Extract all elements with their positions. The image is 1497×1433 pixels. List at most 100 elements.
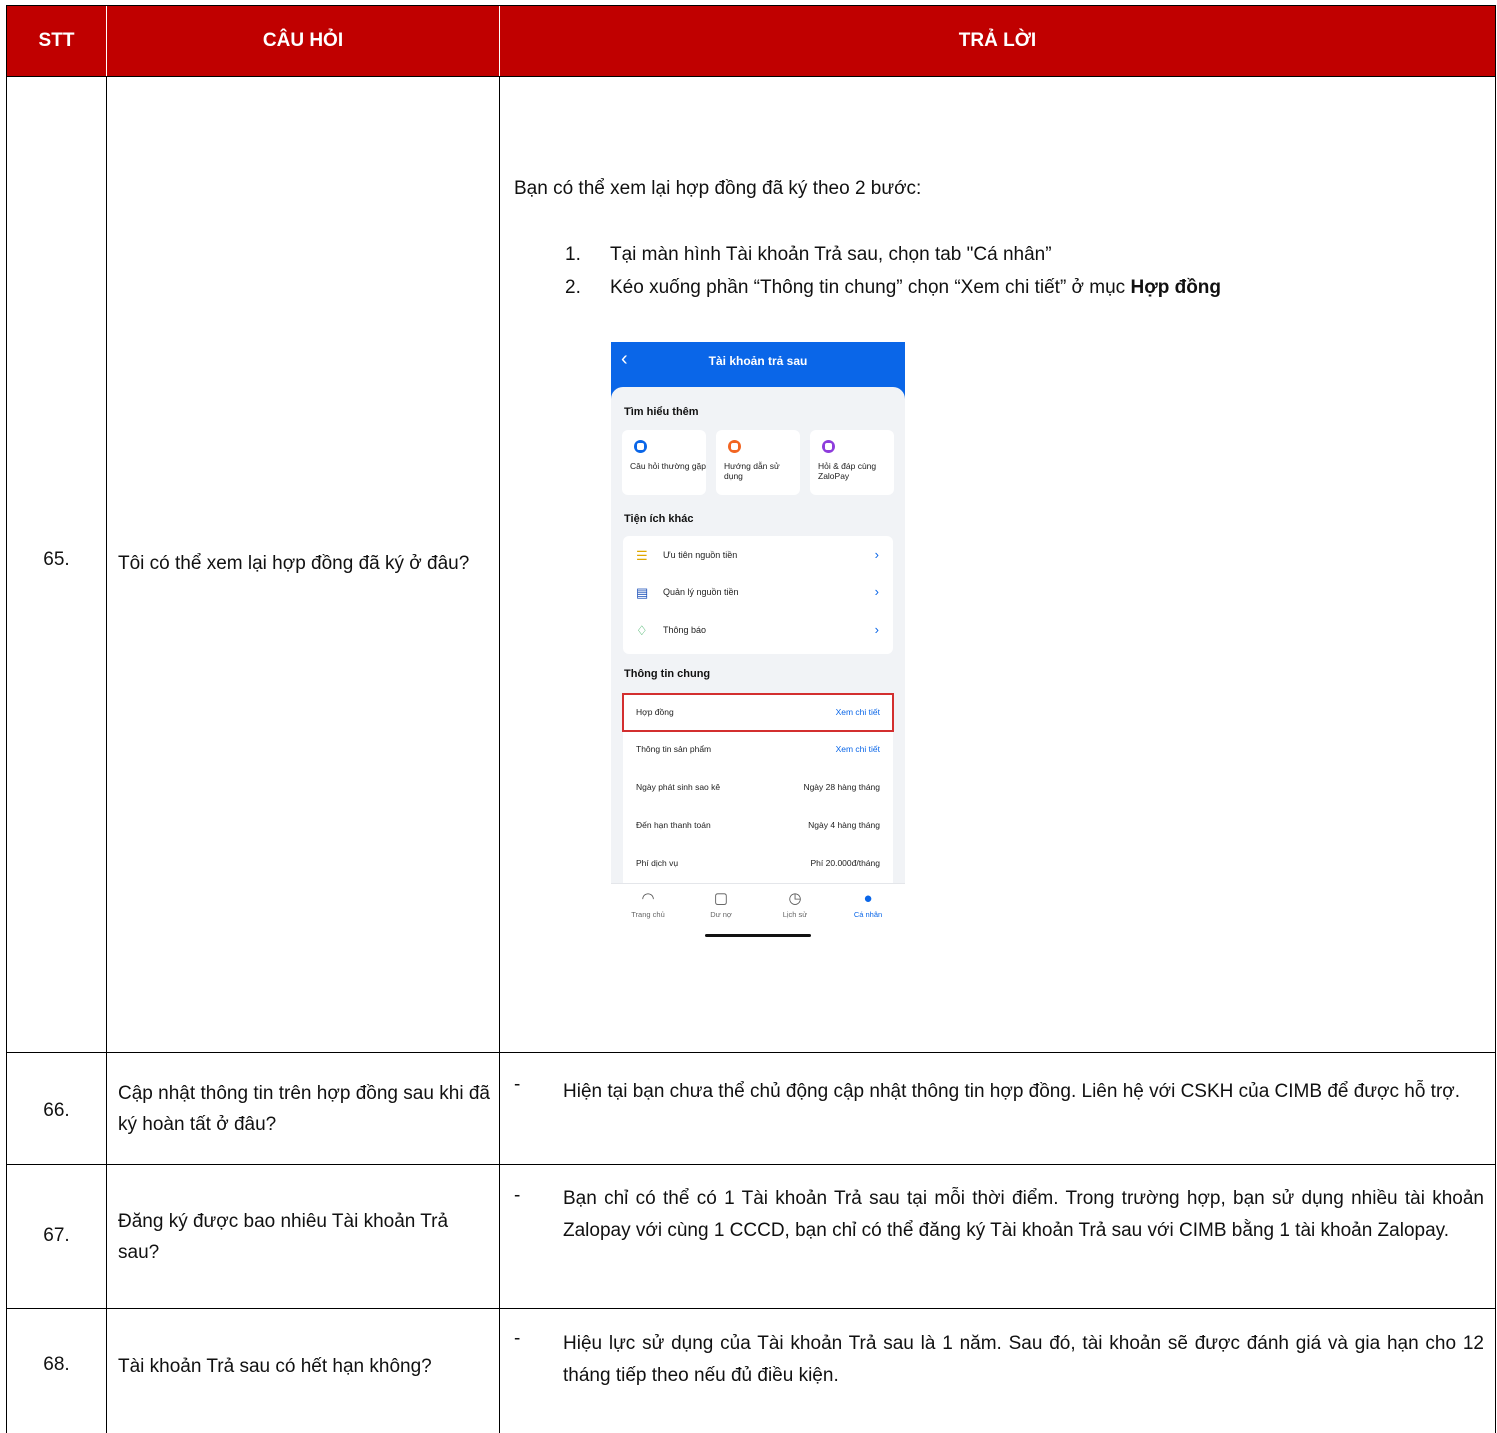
home-indicator bbox=[705, 934, 811, 937]
info-label: Phí dịch vụ bbox=[636, 858, 679, 868]
nav-personal: ● Cá nhân bbox=[838, 890, 898, 919]
step-text: Kéo xuống phần “Thông tin chung” chọn “X… bbox=[610, 277, 1221, 299]
utilities-list: ☰ Ưu tiên nguồn tiền › ▤ Quản lý nguồn t… bbox=[623, 536, 893, 654]
util-label: Thông báo bbox=[663, 625, 707, 635]
chevron-right-icon: › bbox=[874, 584, 879, 599]
header-answer-label: TRẢ LỜI bbox=[958, 30, 1037, 51]
answer-text: Bạn chỉ có thể có 1 Tài khoản Trả sau tạ… bbox=[563, 1188, 1484, 1241]
grid-line bbox=[499, 76, 500, 1433]
tile-label: Hỏi & đáp cùng ZaloPay bbox=[818, 461, 877, 481]
question-cell: Tài khoản Trả sau có hết hạn không? bbox=[118, 1331, 490, 1401]
app-screenshot: ‹ Tài khoản trả sau Tìm hiểu thêm Câu hỏ… bbox=[611, 342, 905, 940]
grid-line bbox=[106, 76, 107, 1433]
row-number-text: 65. bbox=[43, 549, 70, 570]
util-label: Ưu tiên nguồn tiền bbox=[663, 550, 738, 560]
nav-debt: ▢ Dư nợ bbox=[691, 890, 751, 919]
row-number-text: 66. bbox=[43, 1100, 70, 1121]
info-row: Phí dịch vụ Phí 20.000đ/tháng bbox=[623, 845, 893, 882]
tile-faq: Câu hỏi thường gặp bbox=[622, 430, 706, 495]
util-item: ♢ Thông báo › bbox=[623, 614, 893, 650]
step-number: 1. bbox=[565, 244, 581, 265]
list-priority-icon: ☰ bbox=[636, 548, 648, 563]
question-text: Đăng ký được bao nhiêu Tài khoản Trả sau… bbox=[118, 1211, 449, 1263]
nav-label: Dư nợ bbox=[710, 910, 732, 919]
info-label: Thông tin sản phẩm bbox=[636, 744, 712, 754]
guide-icon bbox=[728, 440, 741, 453]
answer-intro: Bạn có thể xem lại hợp đồng đã ký theo 2… bbox=[514, 178, 922, 199]
row-number: 66. bbox=[7, 1080, 106, 1142]
nav-label: Cá nhân bbox=[853, 910, 883, 919]
tile-guide: Hướng dẫn sử dụng bbox=[716, 430, 800, 495]
bell-icon: ♢ bbox=[636, 623, 648, 638]
question-icon bbox=[634, 440, 647, 453]
info-row: Ngày phát sinh sao kê Ngày 28 hàng tháng bbox=[623, 769, 893, 806]
question-cell: Tôi có thể xem lại hợp đồng đã ký ở đâu? bbox=[118, 528, 490, 598]
section-title: Tìm hiểu thêm bbox=[624, 406, 699, 418]
clock-icon: ◷ bbox=[788, 890, 802, 907]
util-item: ☰ Ưu tiên nguồn tiền › bbox=[623, 539, 893, 575]
question-cell: Cập nhật thông tin trên hợp đồng sau khi… bbox=[118, 1077, 490, 1141]
bullet-dash: - bbox=[514, 1328, 521, 1349]
info-value: Xem chi tiết bbox=[835, 707, 880, 717]
step-number: 2. bbox=[565, 277, 581, 298]
answer-text: Hiện tại bạn chưa thể chủ động cập nhật … bbox=[563, 1081, 1461, 1102]
bullet-dash: - bbox=[514, 1185, 521, 1206]
question-text: Tài khoản Trả sau có hết hạn không? bbox=[118, 1355, 432, 1377]
row-number-text: 68. bbox=[43, 1354, 70, 1375]
tile-qa: Hỏi & đáp cùng ZaloPay bbox=[810, 430, 894, 495]
row-number: 65. bbox=[7, 520, 106, 600]
info-list: Hợp đồng Xem chi tiết Thông tin sản phẩm… bbox=[622, 693, 894, 893]
user-icon: ● bbox=[863, 890, 873, 907]
question-cell: Đăng ký được bao nhiêu Tài khoản Trả sau… bbox=[118, 1197, 490, 1277]
nav-history: ◷ Lịch sử bbox=[765, 890, 825, 919]
header-question: CÂU HỎI bbox=[107, 6, 499, 76]
row-number: 67. bbox=[7, 1205, 106, 1267]
home-chart-icon: ◠ bbox=[641, 890, 655, 907]
faq-table: STT CÂU HỎI TRẢ LỜI 65. Tôi có thể xem l… bbox=[0, 0, 1497, 1433]
section-title: Tiện ích khác bbox=[624, 513, 694, 525]
tile-label: Câu hỏi thường gặp bbox=[630, 461, 707, 471]
util-item: ▤ Quản lý nguồn tiền › bbox=[623, 576, 893, 612]
info-label: Ngày phát sinh sao kê bbox=[636, 782, 721, 792]
question-text: Cập nhật thông tin trên hợp đồng sau khi… bbox=[118, 1083, 490, 1135]
chevron-right-icon: › bbox=[874, 547, 879, 562]
chat-icon bbox=[822, 440, 835, 453]
info-label: Đến hạn thanh toán bbox=[636, 820, 711, 830]
step-text-bold: Hợp đồng bbox=[1130, 277, 1222, 298]
grid-line bbox=[6, 1164, 1496, 1165]
nav-label: Lịch sử bbox=[782, 910, 808, 919]
header-answer: TRẢ LỜI bbox=[500, 6, 1495, 76]
info-value: Xem chi tiết bbox=[835, 744, 880, 754]
grid-line bbox=[6, 1052, 1496, 1053]
header-stt: STT bbox=[7, 6, 106, 76]
grid-line bbox=[6, 5, 1496, 6]
header-stt-label: STT bbox=[38, 30, 75, 51]
info-value: Ngày 4 hàng tháng bbox=[808, 820, 880, 830]
grid-line bbox=[1495, 6, 1496, 1433]
chevron-right-icon: › bbox=[874, 622, 879, 637]
nav-label: Trang chủ bbox=[631, 910, 665, 919]
grid-line bbox=[6, 1308, 1496, 1309]
section-title: Thông tin chung bbox=[624, 668, 711, 680]
util-label: Quản lý nguồn tiền bbox=[663, 587, 739, 597]
info-value: Ngày 28 hàng tháng bbox=[803, 782, 880, 792]
row-number: 68. bbox=[7, 1340, 106, 1390]
info-row-contract: Hợp đồng Xem chi tiết bbox=[622, 693, 894, 732]
question-text: Tôi có thể xem lại hợp đồng đã ký ở đâu? bbox=[118, 552, 470, 574]
clipboard-icon: ▤ bbox=[636, 585, 649, 600]
bottom-nav: ◠ Trang chủ ▢ Dư nợ ◷ Lịch sử ● Cá nhân bbox=[611, 883, 905, 940]
info-value: Phí 20.000đ/tháng bbox=[810, 858, 880, 868]
app-title: Tài khoản trả sau bbox=[708, 354, 808, 368]
nav-home: ◠ Trang chủ bbox=[618, 890, 678, 919]
info-row: Đến hạn thanh toán Ngày 4 hàng tháng bbox=[623, 807, 893, 844]
info-row: Thông tin sản phẩm Xem chi tiết bbox=[623, 731, 893, 768]
step-text: Tại màn hình Tài khoản Trả sau, chọn tab… bbox=[610, 244, 1052, 265]
header-question-label: CÂU HỎI bbox=[262, 30, 344, 51]
step-text-plain: Kéo xuống phần “Thông tin chung” chọn “X… bbox=[610, 277, 1131, 298]
grid-line bbox=[6, 76, 1496, 77]
row-number-text: 67. bbox=[43, 1225, 70, 1246]
info-label: Hợp đồng bbox=[636, 707, 674, 717]
receipt-icon: ▢ bbox=[713, 890, 729, 907]
answer-text: Hiệu lực sử dụng của Tài khoản Trả sau l… bbox=[563, 1333, 1484, 1386]
tile-label: Hướng dẫn sử dụng bbox=[724, 461, 780, 481]
